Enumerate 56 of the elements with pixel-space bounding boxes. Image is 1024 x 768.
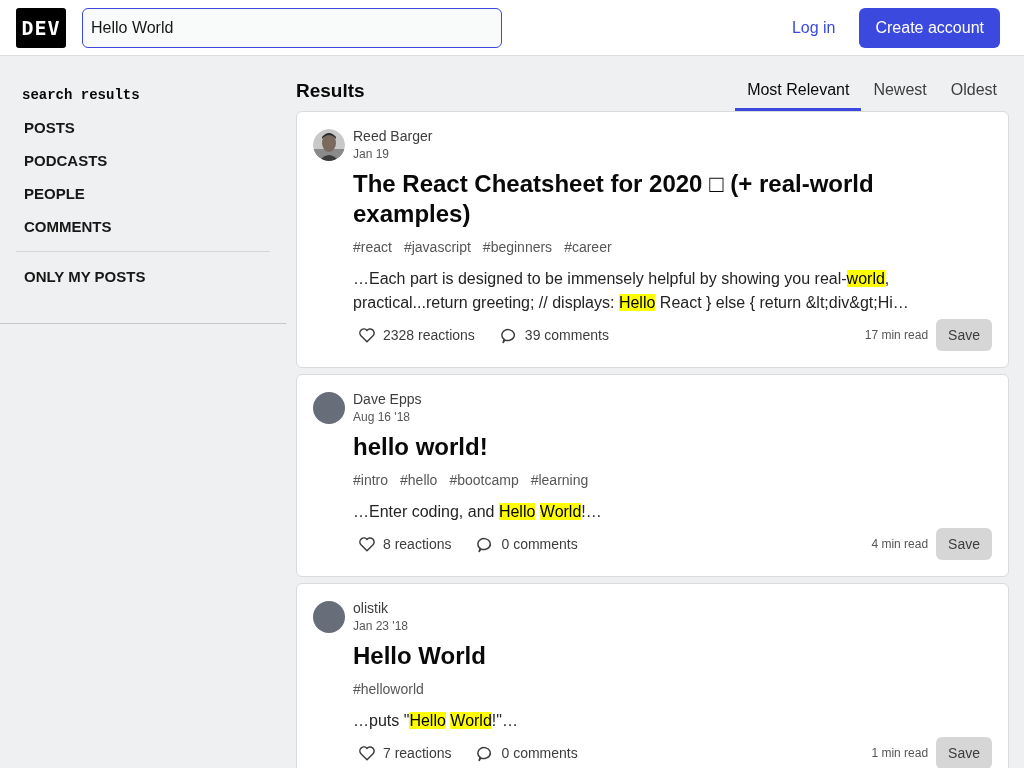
read-time: 4 min read: [871, 537, 929, 551]
read-time: 1 min read: [871, 746, 929, 760]
heart-icon: [357, 743, 377, 763]
avatar-icon: [313, 391, 345, 424]
author-name[interactable]: olistik: [353, 600, 408, 616]
post-title[interactable]: Hello World: [353, 641, 992, 671]
post-date: Jan 19: [353, 147, 391, 161]
reactions-link[interactable]: 7 reactions: [353, 737, 464, 768]
post-date: Aug 16 '18: [353, 410, 411, 424]
sidebar-item[interactable]: PODCASTS: [16, 144, 270, 177]
sidebar-item[interactable]: COMMENTS: [16, 210, 270, 243]
search-field[interactable]: Hello World: [82, 7, 502, 48]
tag-link[interactable]: #career: [564, 239, 612, 255]
sort-tab[interactable]: Newest: [861, 73, 939, 111]
heart-icon: [357, 534, 377, 554]
comments-link[interactable]: 0 comments: [471, 528, 590, 560]
comments-count: 39 comments: [524, 327, 609, 343]
reactions-count: 7 reactions: [383, 745, 452, 761]
sidebar-heading: search results: [21, 87, 141, 105]
author-name[interactable]: Dave Epps: [353, 391, 422, 407]
heart-icon: [357, 325, 377, 345]
sort-tab[interactable]: Oldest: [938, 73, 1009, 111]
post-excerpt: …puts "Hello World!"…: [353, 711, 519, 731]
tag-link[interactable]: #hello: [400, 472, 438, 488]
tag-link[interactable]: #bootcamp: [449, 472, 519, 488]
save-button[interactable]: Save: [936, 319, 992, 351]
login-link[interactable]: Log in: [775, 8, 852, 47]
tag-link[interactable]: #javascript: [403, 239, 471, 255]
comments-link[interactable]: 0 comments: [471, 737, 590, 768]
comments-count: 0 comments: [501, 745, 578, 761]
save-button[interactable]: Save: [936, 737, 992, 768]
create-account-button[interactable]: Create account: [859, 7, 1000, 48]
tag-link[interactable]: #intro: [353, 472, 389, 488]
post-title[interactable]: The React Cheatsheet for 2020 □ (+ real-world examples): [353, 169, 992, 229]
results-heading: Results: [296, 80, 365, 102]
read-time: 17 min read: [864, 328, 929, 342]
post-title[interactable]: hello world!: [353, 432, 992, 462]
sidebar-item[interactable]: PEOPLE: [16, 177, 270, 210]
reactions-link[interactable]: 2328 reactions: [353, 319, 487, 351]
reactions-link[interactable]: 8 reactions: [353, 528, 464, 560]
reactions-count: 2328 reactions: [383, 327, 475, 343]
dev-logo[interactable]: DEV: [16, 7, 66, 48]
tag-link[interactable]: #helloworld: [353, 681, 424, 697]
comments-link[interactable]: 39 comments: [494, 319, 621, 351]
filter-link[interactable]: ONLY MY POSTS: [16, 260, 270, 293]
post-date: Jan 23 '18: [353, 619, 408, 633]
tag-link[interactable]: #react: [353, 239, 392, 255]
comments-count: 0 comments: [501, 536, 578, 552]
avatar-icon: [313, 600, 345, 633]
sidebar-item[interactable]: POSTS: [16, 111, 270, 144]
reactions-count: 8 reactions: [383, 536, 452, 552]
save-button[interactable]: Save: [936, 528, 992, 560]
tag-link[interactable]: #beginners: [482, 239, 553, 255]
author-name[interactable]: Reed Barger: [353, 128, 433, 144]
tag-link[interactable]: #learning: [530, 472, 589, 488]
post-excerpt: …Enter coding, and Hello World!…: [353, 502, 603, 522]
